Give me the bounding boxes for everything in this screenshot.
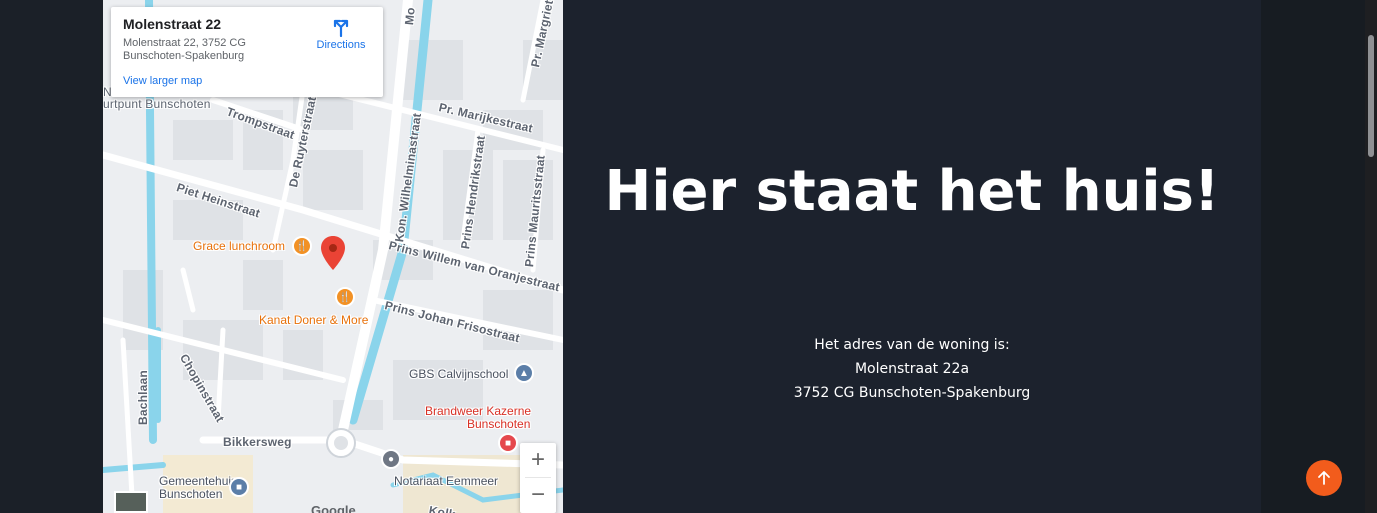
directions-button[interactable]: Directions (311, 17, 371, 51)
satellite-toggle[interactable] (114, 491, 148, 513)
map-marker-icon[interactable] (321, 236, 345, 270)
address-hero: Hier staat het huis! Het adres van de wo… (563, 0, 1261, 513)
zoom-controls: + − (520, 443, 556, 513)
google-logo: Google (311, 503, 356, 513)
poi-label-gemeentehuis-line2[interactable]: Bunschoten (159, 487, 222, 501)
embedded-map[interactable]: Trompstraat De Ruyterstraat Kon. Wilhelm… (103, 0, 563, 513)
arrow-up-icon (1318, 471, 1330, 485)
school-icon[interactable]: ▲ (514, 363, 534, 383)
poi-label-fragment: urtpunt Bunschoten (103, 97, 211, 111)
town-hall-icon[interactable]: ■ (229, 477, 249, 497)
left-gutter (0, 0, 103, 513)
poi-label-kanat-doner[interactable]: Kanat Doner & More (259, 313, 368, 327)
place-address-line2: Bunschoten-Spakenburg (123, 50, 245, 62)
restaurant-icon[interactable]: 🍴 (335, 287, 355, 307)
poi-label-brandweer[interactable]: Brandweer Kazerne (425, 404, 531, 418)
place-title: Molenstraat 22 (123, 16, 222, 32)
address-label: Het adres van de woning is: (814, 337, 1010, 353)
place-icon[interactable]: ● (381, 449, 401, 469)
poi-label-brandweer-line2[interactable]: Bunschoten (467, 417, 530, 431)
page-scrollbar[interactable] (1365, 0, 1377, 513)
map-info-card: Molenstraat 22 Molenstraat 22, 3752 CG B… (111, 7, 383, 97)
poi-label-notariaat[interactable]: Notariaat Eemmeer (394, 474, 498, 488)
street-label-molenstraat-fragment: Mo (402, 6, 418, 26)
poi-label-grace-lunchroom[interactable]: Grace lunchroom (193, 239, 285, 253)
directions-label: Directions (316, 39, 366, 51)
zoom-in-button[interactable]: + (520, 443, 556, 477)
fire-station-icon[interactable]: ■ (498, 433, 518, 453)
right-gutter (1261, 0, 1365, 513)
address-block: Het adres van de woning is: Molenstraat … (563, 333, 1261, 405)
scrollbar-thumb[interactable] (1368, 35, 1374, 157)
address-city: 3752 CG Bunschoten-Spakenburg (793, 385, 1031, 401)
hero-heading: Hier staat het huis! (604, 159, 1220, 224)
directions-icon (333, 19, 349, 37)
place-address-line1: Molenstraat 22, 3752 CG (123, 37, 246, 49)
poi-label-gemeentehuis[interactable]: Gemeentehuis (159, 474, 237, 488)
street-label-bikkersweg: Bikkersweg (223, 435, 292, 449)
poi-label-gbs-calvijnschool[interactable]: GBS Calvijnschool (409, 367, 508, 381)
place-address: Molenstraat 22, 3752 CG Bunschoten-Spake… (123, 37, 293, 63)
back-to-top-button[interactable] (1306, 460, 1342, 496)
view-larger-map-link[interactable]: View larger map (123, 75, 202, 87)
zoom-out-button[interactable]: − (520, 478, 556, 512)
restaurant-icon[interactable]: 🍴 (292, 236, 312, 256)
address-street: Molenstraat 22a (854, 361, 970, 377)
street-label-bachlaan: Bachlaan (136, 370, 150, 425)
